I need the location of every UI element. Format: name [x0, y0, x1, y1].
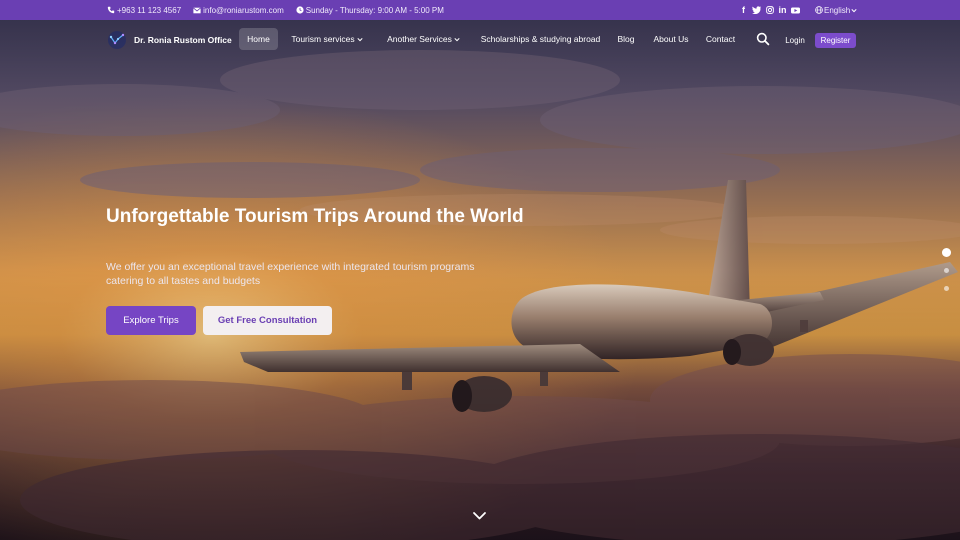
get-free-consultation-button[interactable]: Get Free Consultation [203, 306, 332, 335]
chevron-down-icon [454, 37, 460, 42]
scroll-down-chevron-icon[interactable] [472, 509, 487, 521]
nav-blog-label: Blog [617, 34, 635, 44]
nav-scholarships[interactable]: Scholarships & studying abroad [479, 28, 602, 50]
email-contact[interactable]: info@roniarustom.com [193, 6, 284, 15]
nav-home[interactable]: Home [239, 28, 278, 50]
youtube-icon[interactable] [789, 0, 802, 20]
office-hours: Sunday - Thursday: 9:00 AM - 5:00 PM [296, 6, 444, 15]
chevron-down-icon [357, 37, 363, 42]
nav-tourism-services[interactable]: Tourism services [290, 28, 364, 50]
search-icon[interactable] [756, 32, 770, 46]
register-button[interactable]: Register [815, 33, 856, 48]
nav-home-label: Home [247, 34, 270, 44]
email-text: info@roniarustom.com [203, 5, 284, 15]
brand-logo-link[interactable]: Dr. Ronia Rustom Office [107, 30, 232, 50]
nav-contact-label: Contact [705, 34, 736, 44]
hero-subtitle: We offer you an exceptional travel exper… [106, 261, 475, 287]
nav-blog[interactable]: Blog [615, 28, 637, 50]
slider-dot-3[interactable] [944, 286, 949, 291]
nav-another-services-label: Another Services [387, 34, 452, 44]
nav-about-us-label: About Us [653, 34, 689, 44]
linkedin-icon[interactable]: in [776, 0, 789, 20]
nav-scholarships-label: Scholarships & studying abroad [480, 34, 601, 44]
instagram-icon[interactable] [763, 0, 776, 20]
social-links: f in [737, 0, 802, 20]
explore-trips-button[interactable]: Explore Trips [106, 306, 196, 335]
nav-tourism-services-label: Tourism services [291, 34, 355, 44]
top-contact-bar: +963 11 123 4567 info@roniarustom.com Su… [0, 0, 960, 20]
hero-title: Unforgettable Tourism Trips Around the W… [106, 206, 524, 227]
envelope-icon [193, 7, 201, 14]
brand-logo-icon [108, 31, 126, 49]
phone-icon [107, 6, 115, 14]
login-link[interactable]: Login [780, 32, 810, 48]
slider-dot-1[interactable] [942, 248, 951, 257]
clock-icon [296, 6, 304, 14]
twitter-icon[interactable] [750, 0, 763, 20]
globe-icon [815, 6, 823, 14]
phone-contact[interactable]: +963 11 123 4567 [107, 6, 181, 15]
phone-text: +963 11 123 4567 [117, 5, 182, 15]
main-navbar: Dr. Ronia Rustom Office Home Tourism ser… [0, 20, 960, 60]
facebook-icon[interactable]: f [737, 0, 750, 20]
brand-name: Dr. Ronia Rustom Office [134, 35, 232, 45]
nav-contact[interactable]: Contact [703, 28, 738, 50]
slider-dot-2[interactable] [944, 268, 949, 273]
chevron-down-icon [851, 8, 857, 13]
language-label: English [824, 5, 851, 15]
language-selector[interactable]: English [815, 0, 857, 20]
contact-info: +963 11 123 4567 info@roniarustom.com Su… [107, 0, 456, 20]
nav-about-us[interactable]: About Us [651, 28, 691, 50]
hours-text: Sunday - Thursday: 9:00 AM - 5:00 PM [305, 5, 444, 15]
nav-another-services[interactable]: Another Services [386, 28, 461, 50]
